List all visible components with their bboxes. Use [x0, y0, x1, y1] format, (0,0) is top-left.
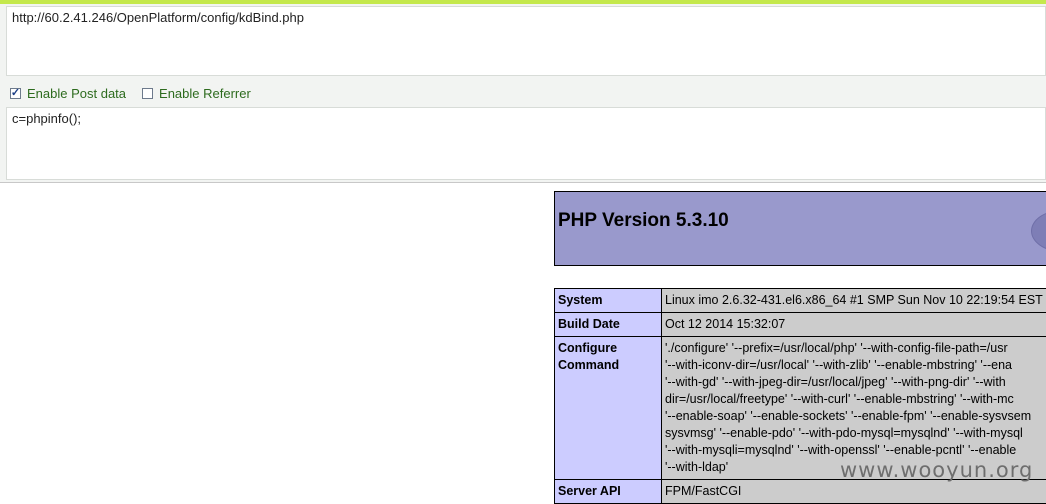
value-line: '--with-gd' '--with-jpeg-dir=/usr/local/… [665, 374, 1046, 391]
value-line: dir=/usr/local/freetype' '--with-curl' '… [665, 391, 1046, 408]
enable-referrer-checkbox[interactable] [142, 88, 153, 99]
row-key: System [555, 289, 662, 313]
table-row: System Linux imo 2.6.32-431.el6.x86_64 #… [555, 289, 1046, 313]
enable-referrer-option[interactable]: Enable Referrer [142, 86, 251, 101]
row-key-line: Command [558, 357, 658, 374]
enable-post-option[interactable]: Enable Post data [10, 86, 126, 101]
row-key: Server API [555, 480, 662, 504]
php-version-title: PHP Version 5.3.10 [558, 210, 729, 232]
value-line: './configure' '--prefix=/usr/local/php' … [665, 340, 1046, 357]
row-value: FPM/FastCGI [662, 480, 1046, 504]
post-data-input[interactable]: c=phpinfo(); [6, 107, 1046, 180]
value-line: '--enable-soap' '--enable-sockets' '--en… [665, 408, 1046, 425]
row-value: Linux imo 2.6.32-431.el6.x86_64 #1 SMP S… [662, 289, 1046, 313]
value-line: '--with-iconv-dir=/usr/local' '--with-zl… [665, 357, 1046, 374]
enable-referrer-label[interactable]: Enable Referrer [159, 86, 251, 101]
value-line: '--with-mysqli=mysqlnd' '--with-openssl'… [665, 442, 1046, 459]
php-logo-icon [1031, 210, 1046, 252]
options-row: Enable Post data Enable Referrer [10, 84, 267, 102]
table-row: Server API FPM/FastCGI [555, 480, 1046, 504]
url-input[interactable]: http://60.2.41.246/OpenPlatform/config/k… [6, 6, 1046, 76]
phpinfo-header: PHP Version 5.3.10 [554, 191, 1046, 266]
row-key: Configure Command [555, 337, 662, 480]
enable-post-checkbox[interactable] [10, 88, 21, 99]
watermark: www.wooyun.org [840, 458, 1033, 482]
hackbar-panel: http://60.2.41.246/OpenPlatform/config/k… [0, 4, 1046, 183]
row-key-line: Configure [558, 340, 658, 357]
enable-post-label[interactable]: Enable Post data [27, 86, 126, 101]
table-row: Build Date Oct 12 2014 15:32:07 [555, 313, 1046, 337]
row-value: Oct 12 2014 15:32:07 [662, 313, 1046, 337]
row-key: Build Date [555, 313, 662, 337]
value-line: sysvmsg' '--enable-pdo' '--with-pdo-mysq… [665, 425, 1046, 442]
